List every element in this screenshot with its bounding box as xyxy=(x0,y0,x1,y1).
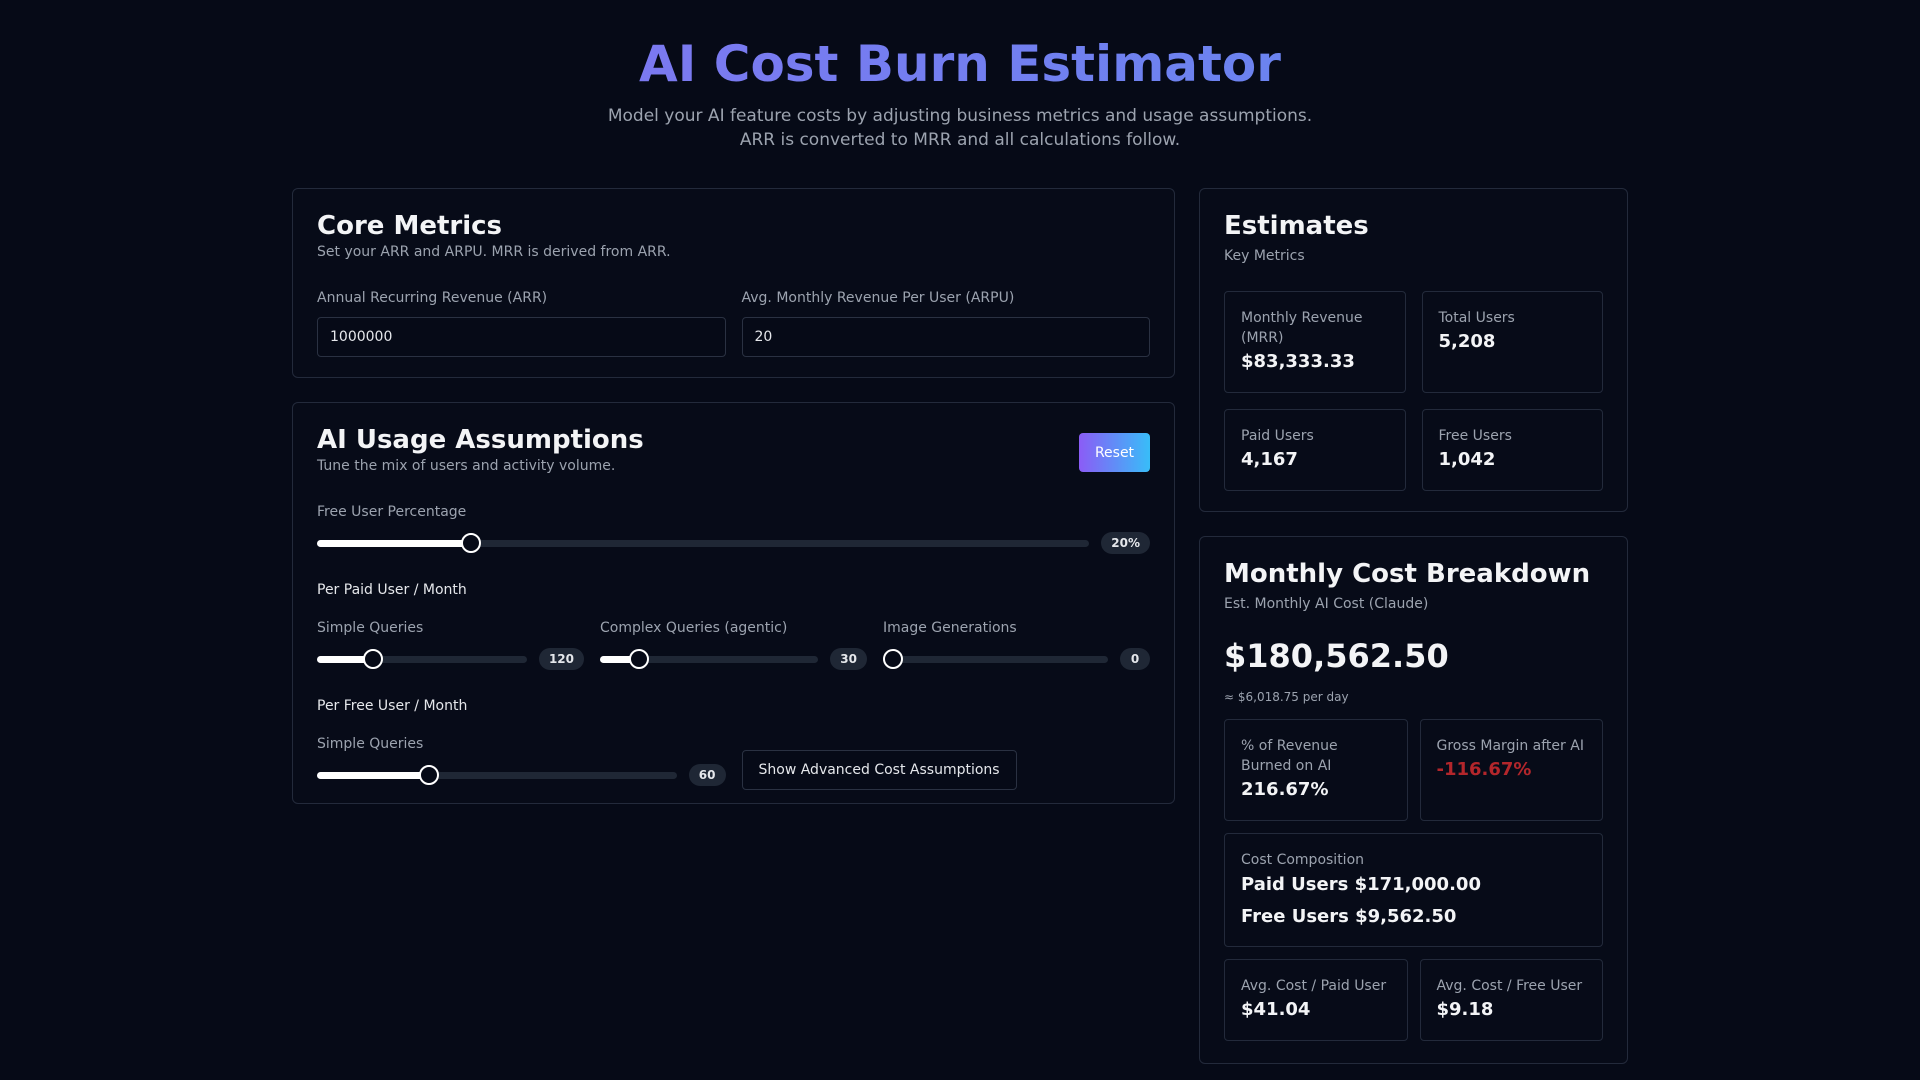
estimates-title: Estimates xyxy=(1224,211,1369,241)
usage-title: AI Usage Assumptions xyxy=(317,425,644,455)
paid-complex-queries-value: 30 xyxy=(830,648,867,670)
paid-complex-queries-label: Complex Queries (agentic) xyxy=(600,620,788,636)
free-simple-queries-value: 60 xyxy=(688,764,726,786)
arr-field-group: Annual Recurring Revenue (ARR) 1000000 xyxy=(317,289,726,357)
arpu-input[interactable]: 20 xyxy=(741,317,1150,357)
slider-thumb[interactable] xyxy=(418,765,439,785)
arr-label: Annual Recurring Revenue (ARR) xyxy=(317,290,548,306)
paid-image-generations-value: 0 xyxy=(1120,648,1150,670)
cost-composition-metric: Cost Composition Paid Users $171,000.00 … xyxy=(1224,833,1603,947)
page-subtitle: Model your AI feature costs by adjusting… xyxy=(0,104,1920,152)
show-advanced-button[interactable]: Show Advanced Cost Assumptions xyxy=(741,750,1017,790)
paid-simple-queries-value: 120 xyxy=(538,648,584,670)
paid-image-generations-slider[interactable] xyxy=(883,649,1108,669)
paid-complex-queries-slider[interactable] xyxy=(600,649,819,669)
core-metrics-title: Core Metrics xyxy=(317,211,503,241)
composition-label: Cost Composition xyxy=(1241,852,1365,868)
paid-image-generations-group: Image Generations 0 xyxy=(883,619,1150,671)
avg-cost-paid-label: Avg. Cost / Paid User xyxy=(1241,978,1387,994)
estimates-subtitle: Key Metrics xyxy=(1224,248,1305,264)
usage-subtitle: Tune the mix of users and activity volum… xyxy=(317,458,616,474)
right-column: Estimates Key Metrics Monthly Revenue (M… xyxy=(1199,188,1628,1064)
paid-complex-queries-group: Complex Queries (agentic) 30 xyxy=(600,619,867,671)
cost-breakdown-card: Monthly Cost Breakdown Est. Monthly AI C… xyxy=(1199,536,1628,1064)
free-simple-queries-group: Simple Queries 60 xyxy=(317,735,726,787)
paid-section-label: Per Paid User / Month xyxy=(317,582,467,598)
composition-paid: Paid Users $171,000.00 xyxy=(1241,874,1481,895)
total-users-label: Total Users xyxy=(1438,310,1515,326)
paid-simple-queries-slider[interactable] xyxy=(317,649,527,669)
gross-margin-metric: Gross Margin after AI -116.67% xyxy=(1419,719,1603,821)
arpu-field-group: Avg. Monthly Revenue Per User (ARPU) 20 xyxy=(741,289,1150,357)
paid-simple-queries-group: Simple Queries 120 xyxy=(317,619,584,671)
free-simple-queries-label: Simple Queries xyxy=(317,736,424,752)
slider-thumb[interactable] xyxy=(629,649,650,669)
slider-fill xyxy=(317,771,429,779)
free-pct-slider[interactable] xyxy=(317,533,1090,553)
subtitle-line-2: ARR is converted to MRR and all calculat… xyxy=(739,130,1181,150)
free-pct-label: Free User Percentage xyxy=(317,504,467,520)
slider-fill xyxy=(317,539,472,547)
revenue-burn-value: 216.67% xyxy=(1241,779,1329,800)
paid-users-value: 4,167 xyxy=(1241,449,1298,470)
arpu-label: Avg. Monthly Revenue Per User (ARPU) xyxy=(741,290,1015,306)
usage-assumptions-card: AI Usage Assumptions Tune the mix of use… xyxy=(292,402,1175,804)
paid-simple-queries-label: Simple Queries xyxy=(317,620,424,636)
avg-cost-free-metric: Avg. Cost / Free User $9.18 xyxy=(1419,959,1603,1041)
left-column: Core Metrics Set your ARR and ARPU. MRR … xyxy=(292,188,1175,804)
total-users-metric: Total Users 5,208 xyxy=(1421,291,1603,393)
free-pct-value: 20% xyxy=(1101,532,1150,554)
composition-free: Free Users $9,562.50 xyxy=(1241,906,1457,927)
revenue-burn-metric: % of Revenue Burned on AI 216.67% xyxy=(1224,719,1408,821)
paid-users-label: Paid Users xyxy=(1241,428,1314,444)
free-simple-queries-slider[interactable] xyxy=(317,765,677,785)
advanced-button-wrap: Show Advanced Cost Assumptions xyxy=(741,747,1151,790)
revenue-burn-label: % of Revenue Burned on AI xyxy=(1241,738,1338,774)
core-metrics-card: Core Metrics Set your ARR and ARPU. MRR … xyxy=(292,188,1175,378)
free-pct-group: Free User Percentage 20% xyxy=(317,503,1150,555)
avg-cost-free-value: $9.18 xyxy=(1436,999,1494,1020)
free-users-label: Free Users xyxy=(1438,428,1512,444)
paid-users-metric: Paid Users 4,167 xyxy=(1224,409,1406,491)
page-title: AI Cost Burn Estimator xyxy=(0,36,1920,92)
reset-button[interactable]: Reset xyxy=(1079,433,1150,472)
avg-cost-paid-value: $41.04 xyxy=(1241,999,1311,1020)
slider-thumb[interactable] xyxy=(883,649,903,669)
free-section-label: Per Free User / Month xyxy=(317,698,468,714)
paid-image-generations-label: Image Generations xyxy=(883,620,1017,636)
gross-margin-value: -116.67% xyxy=(1436,759,1532,780)
arr-input[interactable]: 1000000 xyxy=(317,317,726,357)
breakdown-title: Monthly Cost Breakdown xyxy=(1224,559,1591,589)
breakdown-subtitle: Est. Monthly AI Cost (Claude) xyxy=(1224,596,1429,612)
total-monthly-cost: $180,562.50 xyxy=(1224,637,1449,675)
mrr-value: $83,333.33 xyxy=(1241,351,1355,372)
per-day-cost: ≈ $6,018.75 per day xyxy=(1224,690,1349,704)
free-users-value: 1,042 xyxy=(1438,449,1496,470)
gross-margin-label: Gross Margin after AI xyxy=(1436,738,1584,754)
mrr-label: Monthly Revenue (MRR) xyxy=(1241,310,1363,346)
slider-thumb[interactable] xyxy=(362,649,383,669)
slider-thumb[interactable] xyxy=(461,533,482,553)
estimates-card: Estimates Key Metrics Monthly Revenue (M… xyxy=(1199,188,1628,512)
avg-cost-paid-metric: Avg. Cost / Paid User $41.04 xyxy=(1224,959,1408,1041)
free-users-metric: Free Users 1,042 xyxy=(1421,409,1603,491)
subtitle-line-1: Model your AI feature costs by adjusting… xyxy=(607,106,1313,126)
total-users-value: 5,208 xyxy=(1438,331,1496,352)
core-metrics-subtitle: Set your ARR and ARPU. MRR is derived fr… xyxy=(317,244,671,260)
mrr-metric: Monthly Revenue (MRR) $83,333.33 xyxy=(1224,291,1406,393)
avg-cost-free-label: Avg. Cost / Free User xyxy=(1436,978,1583,994)
